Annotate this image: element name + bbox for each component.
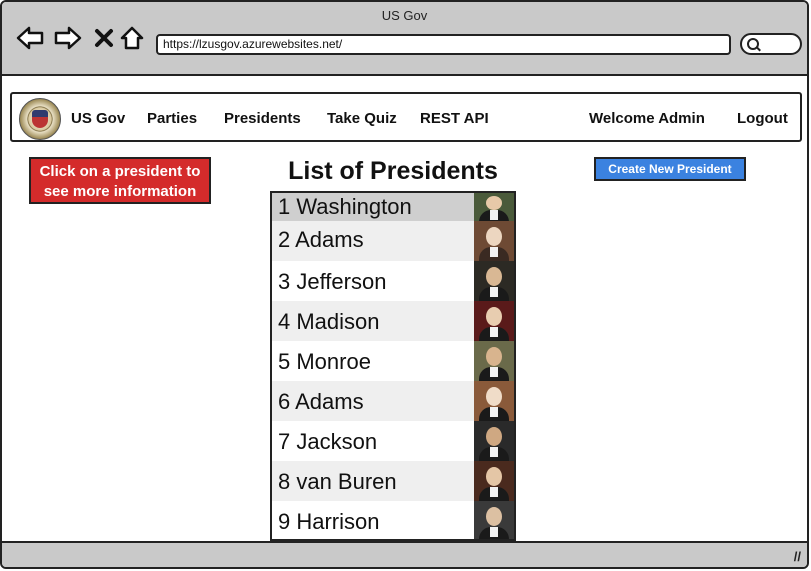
logout-link[interactable]: Logout bbox=[737, 110, 788, 127]
list-item[interactable]: 5 Monroe bbox=[272, 341, 514, 381]
welcome-user: Welcome Admin bbox=[589, 110, 705, 127]
home-icon[interactable] bbox=[118, 24, 146, 52]
info-note: Click on a president to see more informa… bbox=[29, 157, 211, 204]
president-name: 9 Harrison bbox=[278, 509, 380, 534]
list-item[interactable]: 8 van Buren bbox=[272, 461, 514, 501]
president-name: 6 Adams bbox=[278, 389, 364, 414]
forward-arrow-icon[interactable] bbox=[54, 24, 82, 52]
president-portrait bbox=[474, 261, 514, 301]
nav-rest-api[interactable]: REST API bbox=[420, 110, 489, 127]
window-title: US Gov bbox=[381, 8, 428, 23]
resize-grip-icon[interactable]: // bbox=[794, 549, 801, 564]
nav-parties[interactable]: Parties bbox=[147, 110, 197, 127]
nav-brand[interactable]: US Gov bbox=[71, 110, 125, 127]
president-portrait bbox=[474, 501, 514, 539]
nav-presidents[interactable]: Presidents bbox=[224, 110, 301, 127]
info-note-line2: see more information bbox=[43, 183, 197, 200]
list-item[interactable]: 3 Jefferson bbox=[272, 261, 514, 301]
browser-chrome: US Gov https://lzusgov.azurewebsites.net… bbox=[2, 2, 807, 76]
president-portrait bbox=[474, 461, 514, 501]
list-item[interactable]: 6 Adams bbox=[272, 381, 514, 421]
president-portrait bbox=[474, 341, 514, 381]
president-portrait bbox=[474, 381, 514, 421]
browser-window: US Gov https://lzusgov.azurewebsites.net… bbox=[0, 0, 809, 569]
president-name: 4 Madison bbox=[278, 309, 380, 334]
president-portrait bbox=[474, 221, 514, 261]
list-item[interactable]: 7 Jackson bbox=[272, 421, 514, 461]
address-bar[interactable]: https://lzusgov.azurewebsites.net/ bbox=[156, 34, 731, 55]
list-item[interactable]: 9 Harrison bbox=[272, 501, 514, 539]
list-item[interactable]: 4 Madison bbox=[272, 301, 514, 341]
browser-search-field[interactable] bbox=[740, 33, 802, 55]
us-seal-logo[interactable] bbox=[19, 98, 61, 140]
app-navbar: US Gov Parties Presidents Take Quiz REST… bbox=[10, 92, 802, 142]
president-portrait bbox=[474, 421, 514, 461]
status-bar: // bbox=[2, 541, 807, 567]
president-name: 7 Jackson bbox=[278, 429, 378, 454]
close-icon[interactable] bbox=[90, 24, 118, 52]
president-portrait bbox=[474, 193, 514, 221]
list-item[interactable]: 1 Washington bbox=[272, 193, 514, 221]
president-name: 8 van Buren bbox=[278, 469, 397, 494]
president-name: 1 Washington bbox=[278, 194, 412, 219]
page-title: List of Presidents bbox=[288, 157, 498, 185]
president-name: 3 Jefferson bbox=[278, 269, 387, 294]
info-note-line1: Click on a president to bbox=[39, 163, 201, 180]
create-president-button[interactable]: Create New President bbox=[594, 157, 746, 181]
president-name: 5 Monroe bbox=[278, 349, 371, 374]
back-arrow-icon[interactable] bbox=[16, 24, 44, 52]
president-list: 1 Washington 2 Adams 3 Jefferson 4 Madis… bbox=[270, 191, 516, 541]
president-name: 2 Adams bbox=[278, 227, 364, 252]
president-portrait bbox=[474, 301, 514, 341]
list-item[interactable]: 2 Adams bbox=[272, 221, 514, 261]
nav-take-quiz[interactable]: Take Quiz bbox=[327, 110, 397, 127]
search-icon bbox=[747, 38, 759, 50]
